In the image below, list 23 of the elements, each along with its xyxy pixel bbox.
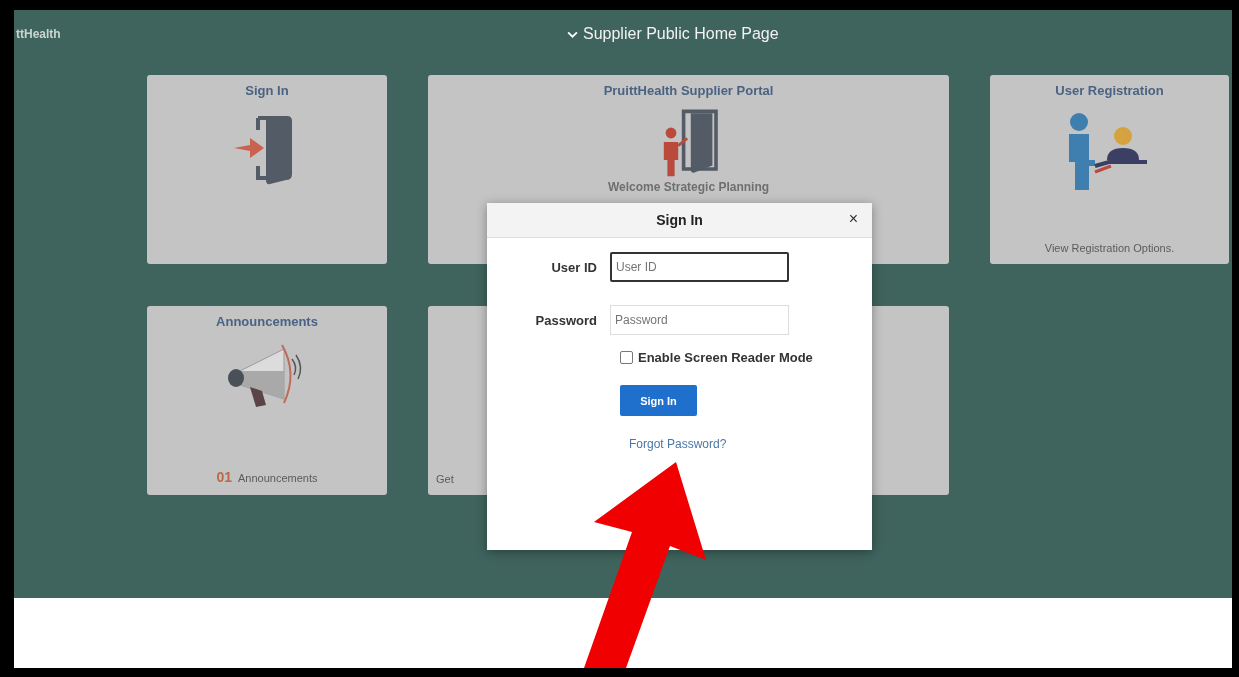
logo-text: ttHealth [16, 27, 62, 41]
checkbox-label: Enable Screen Reader Mode [638, 350, 813, 365]
tile-footer-text: Get [436, 473, 454, 485]
tile-footer-text: Announcements [238, 472, 318, 484]
tile-title: User Registration [1055, 83, 1164, 98]
close-button[interactable]: × [848, 211, 858, 227]
tile-title: Announcements [216, 314, 318, 329]
checkbox[interactable] [620, 351, 633, 364]
forgot-password-link[interactable]: Forgot Password? [629, 437, 727, 451]
tile-title: PruittHealth Supplier Portal [603, 83, 774, 98]
welcome-text: Welcome Strategic Planning [607, 180, 770, 194]
field-label: Password [534, 312, 598, 328]
input-field[interactable]: User ID [610, 252, 789, 282]
tile-card[interactable]: Announcements 01 Announcements [147, 306, 387, 495]
tile-footer-text: View Registration Options. [1044, 242, 1175, 254]
tile-card[interactable]: Sign In [147, 75, 387, 264]
dialog-title: Sign In [656, 212, 703, 228]
page-title: Supplier Public Home Page [583, 25, 779, 43]
tile-card[interactable]: User Registration View Registration Options. [990, 75, 1229, 264]
announcement-count: 01 [216, 469, 233, 485]
tile-title: Sign In [245, 83, 289, 98]
chevron-icon[interactable] [567, 30, 578, 38]
sign-in-button[interactable]: Sign In [620, 385, 697, 416]
